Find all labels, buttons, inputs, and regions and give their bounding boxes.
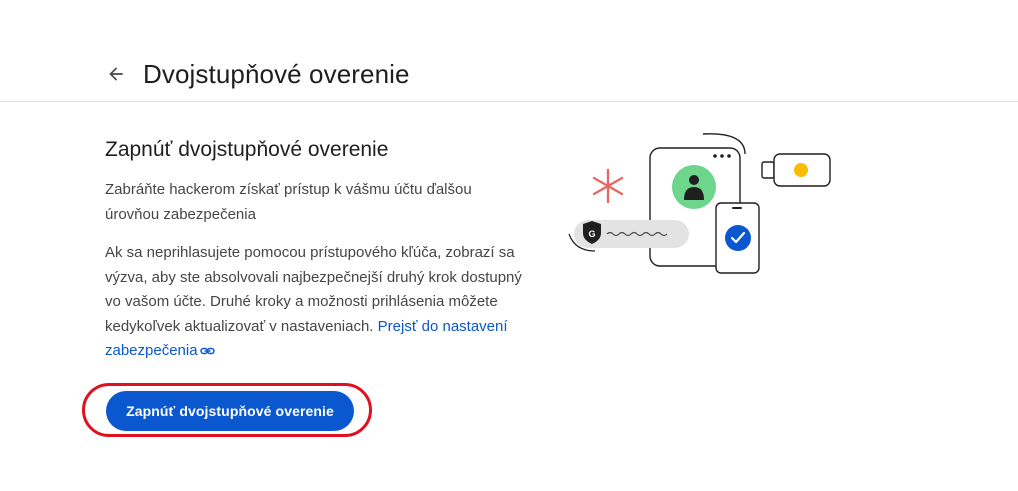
arrow-back-icon [109,67,123,81]
page: Dvojstupňové overenie Zapnúť dvojstupňov… [0,0,1018,491]
security-key-icon [761,153,831,187]
enable-2sv-button[interactable]: Zapnúť dvojstupňové overenie [106,391,354,431]
header: Dvojstupňové overenie [0,0,1018,102]
back-button[interactable] [102,60,130,88]
asterisk-icon [592,168,624,204]
section-title: Zapnúť dvojstupňové overenie [105,138,389,161]
intro-paragraph: Zabráňte hackerom získať prístup k vášmu… [105,181,472,223]
avatar-badge-icon [672,165,716,209]
page-title: Dvojstupňové overenie [143,59,410,89]
details-paragraph: Ak sa neprihlasujete pomocou prístupovéh… [105,241,525,364]
link-icon [199,347,215,355]
svg-text:G: G [588,229,595,239]
checkmark-icon [725,225,751,251]
security-illustration: G [568,133,831,274]
